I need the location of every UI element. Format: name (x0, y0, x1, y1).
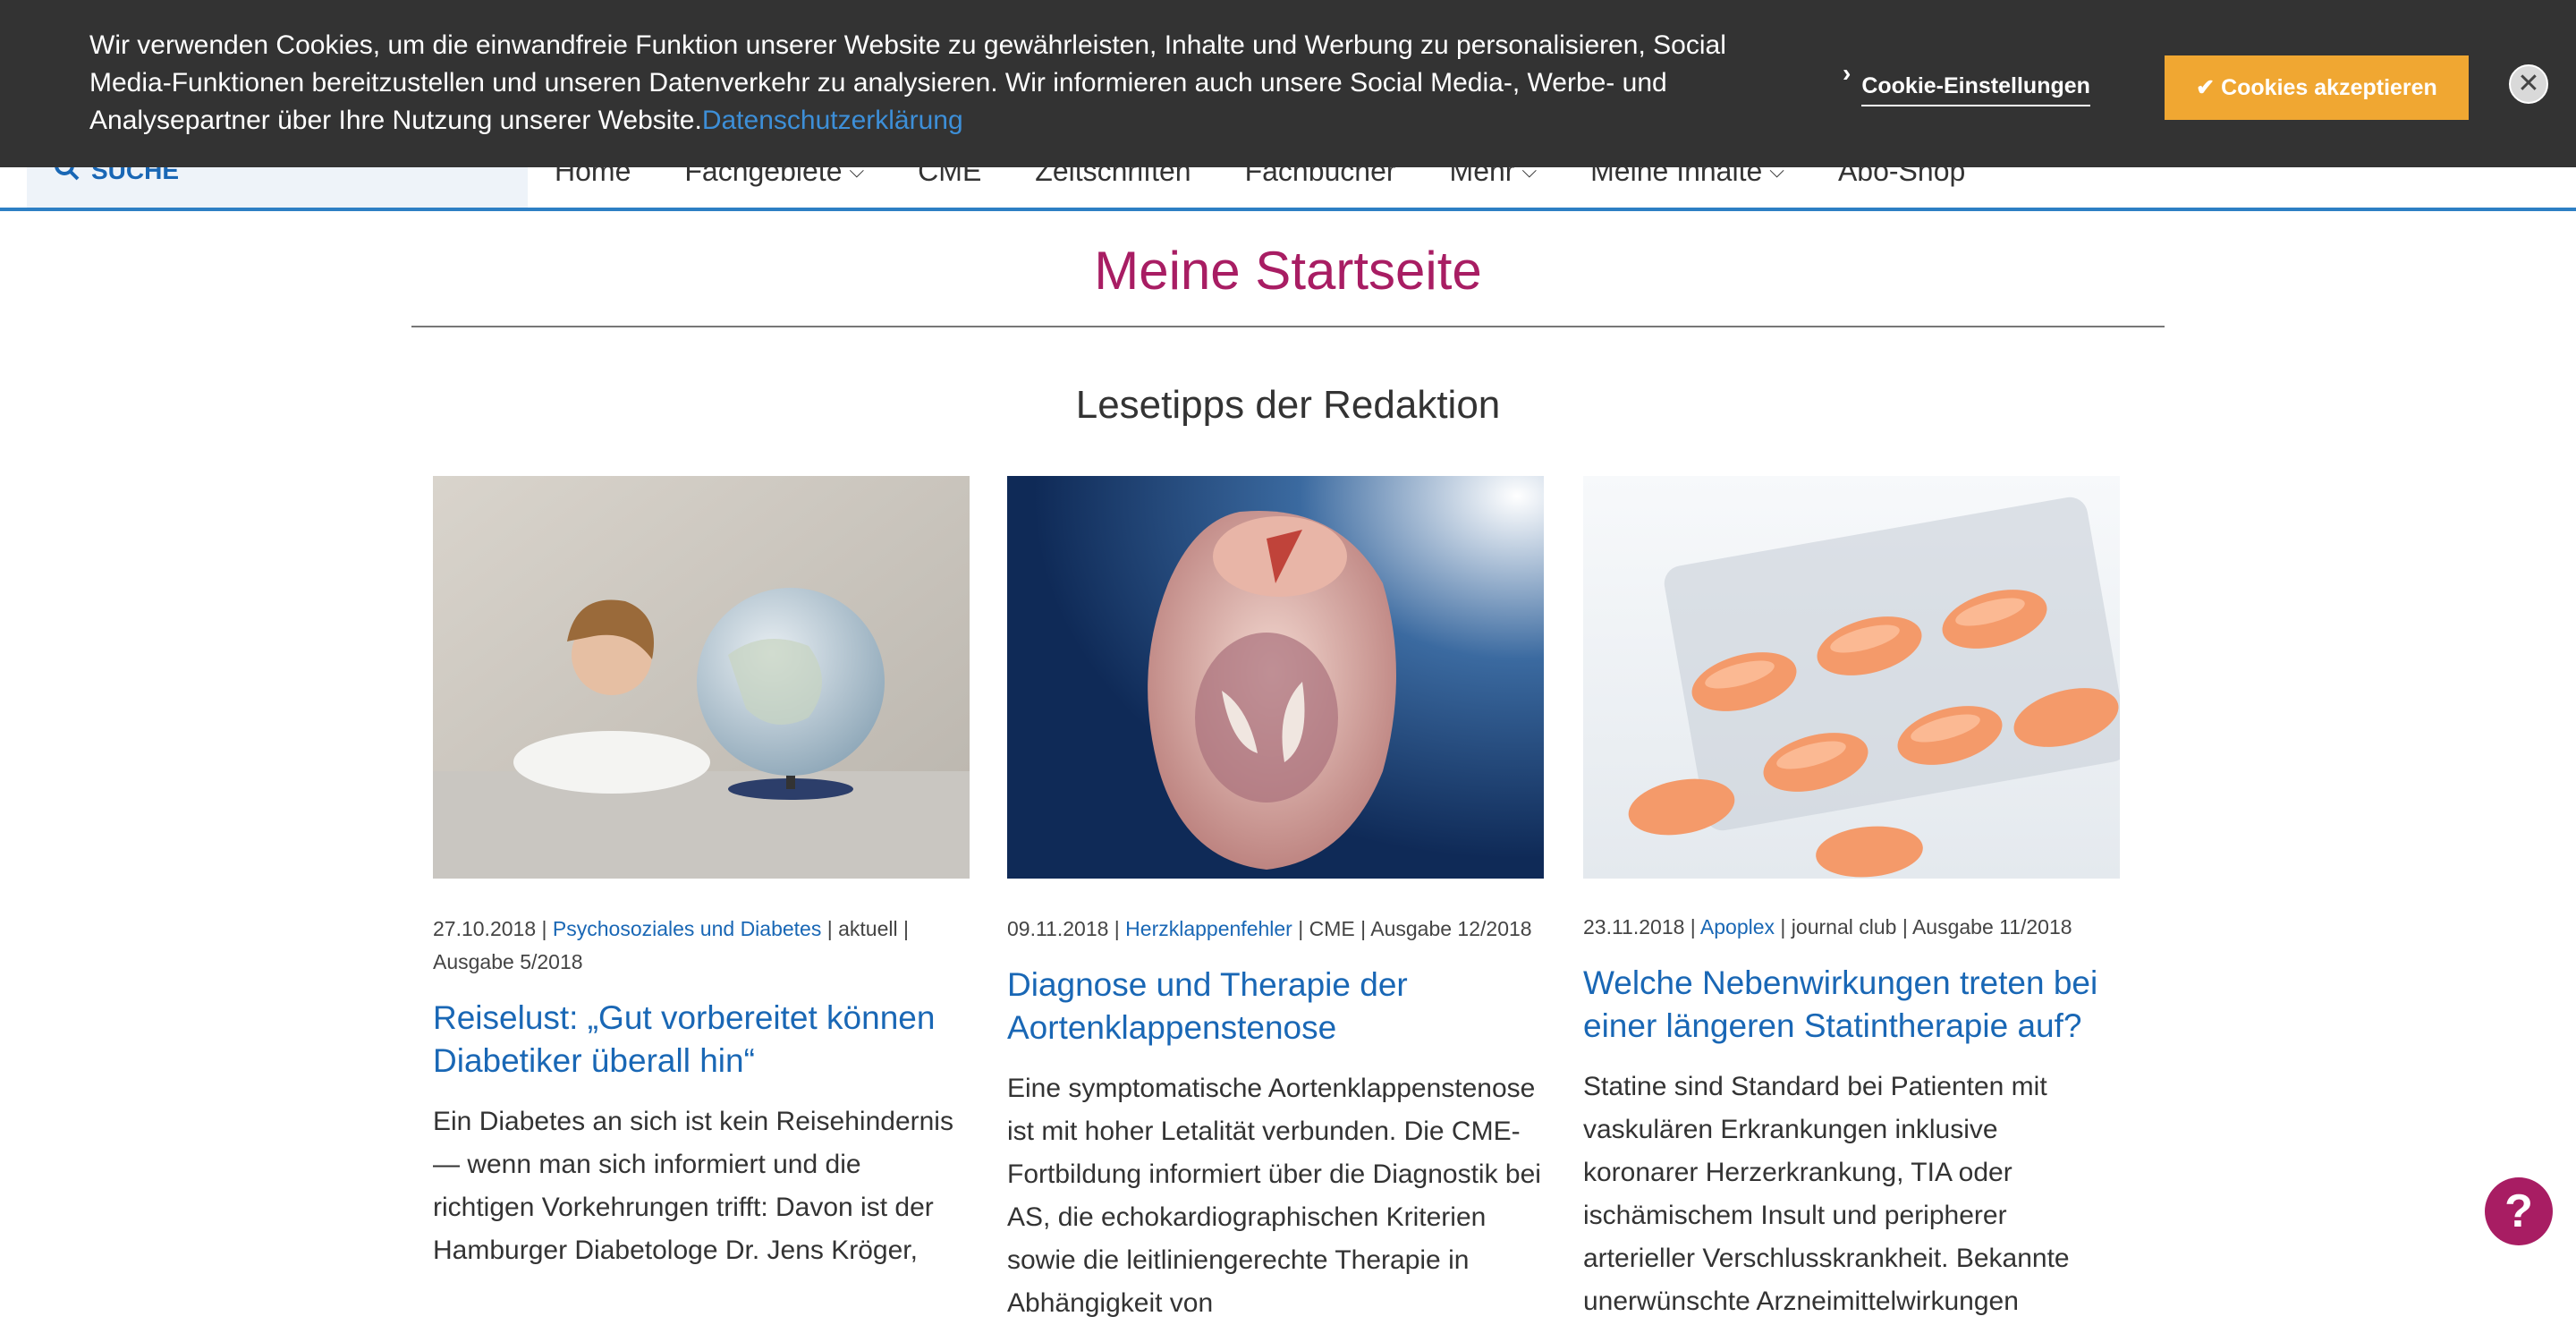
article-card[interactable]: 27.10.2018 | Psychosoziales und Diabetes… (433, 476, 970, 1272)
divider (411, 326, 2165, 327)
article-meta: 27.10.2018 | Psychosoziales und Diabetes… (433, 917, 909, 973)
article-issue: Ausgabe 5/2018 (433, 950, 583, 973)
cookie-settings-label: Cookie-Einstellungen (1861, 73, 2090, 106)
category-link[interactable]: Herzklappenfehler (1125, 917, 1292, 940)
article-date: 23.11.2018 (1583, 915, 1685, 939)
article-card[interactable]: 23.11.2018 | Apoplex | journal club | Au… (1583, 476, 2120, 1323)
article-image-woman-globe[interactable] (433, 476, 970, 879)
article-issue: Ausgabe 12/2018 (1370, 917, 1532, 940)
article-title-link[interactable]: Diagnose und Therapie der Aortenklappens… (1007, 964, 1544, 1049)
category-link[interactable]: Apoplex (1700, 915, 1775, 939)
close-icon[interactable]: ✕ (2509, 64, 2548, 104)
category-link[interactable]: Psychosoziales und Diabetes (553, 917, 821, 940)
privacy-policy-link[interactable]: Datenschutzerklärung (702, 106, 963, 135)
article-type: CME (1309, 917, 1355, 940)
cookie-banner: Wir verwenden Cookies, um die einwandfre… (0, 0, 2576, 167)
article-teaser: Statine sind Standard bei Patienten mit … (1583, 1072, 2070, 1316)
help-icon[interactable]: ? (2485, 1177, 2553, 1245)
accept-cookies-button[interactable]: ✔ Cookies akzeptieren (2165, 55, 2469, 120)
article-date: 27.10.2018 (433, 917, 537, 940)
article-type: aktuell (838, 917, 898, 940)
chevron-right-icon: › (1843, 59, 1852, 87)
article-teaser: Ein Diabetes an sich ist kein Reisehinde… (433, 1107, 953, 1265)
article-date: 09.11.2018 (1007, 917, 1109, 940)
article-meta: 09.11.2018 | Herzklappenfehler | CME | A… (1007, 917, 1532, 940)
page-title: Meine Startseite (1094, 241, 1482, 301)
article-title-link[interactable]: Reiselust: „Gut vorbereitet können Diabe… (433, 997, 970, 1083)
article-teaser: Eine symptomatische Aortenklappenstenose… (1007, 1074, 1541, 1318)
article-image-heart-valve[interactable] (1007, 476, 1544, 879)
article-title-link[interactable]: Welche Nebenwirkungen treten bei einer l… (1583, 962, 2120, 1048)
cookie-settings-link[interactable]: › Cookie-Einstellungen (1843, 59, 2090, 106)
article-issue: Ausgabe 11/2018 (1911, 915, 2072, 939)
section-title: Lesetipps der Redaktion (1075, 383, 1501, 427)
cookie-text: Wir verwenden Cookies, um die einwandfre… (89, 27, 1726, 140)
article-card[interactable]: 09.11.2018 | Herzklappenfehler | CME | A… (1007, 476, 1544, 1325)
article-image-orange-pills[interactable] (1583, 476, 2120, 879)
article-type: journal club (1791, 915, 1897, 939)
article-meta: 23.11.2018 | Apoplex | journal club | Au… (1583, 915, 2072, 939)
